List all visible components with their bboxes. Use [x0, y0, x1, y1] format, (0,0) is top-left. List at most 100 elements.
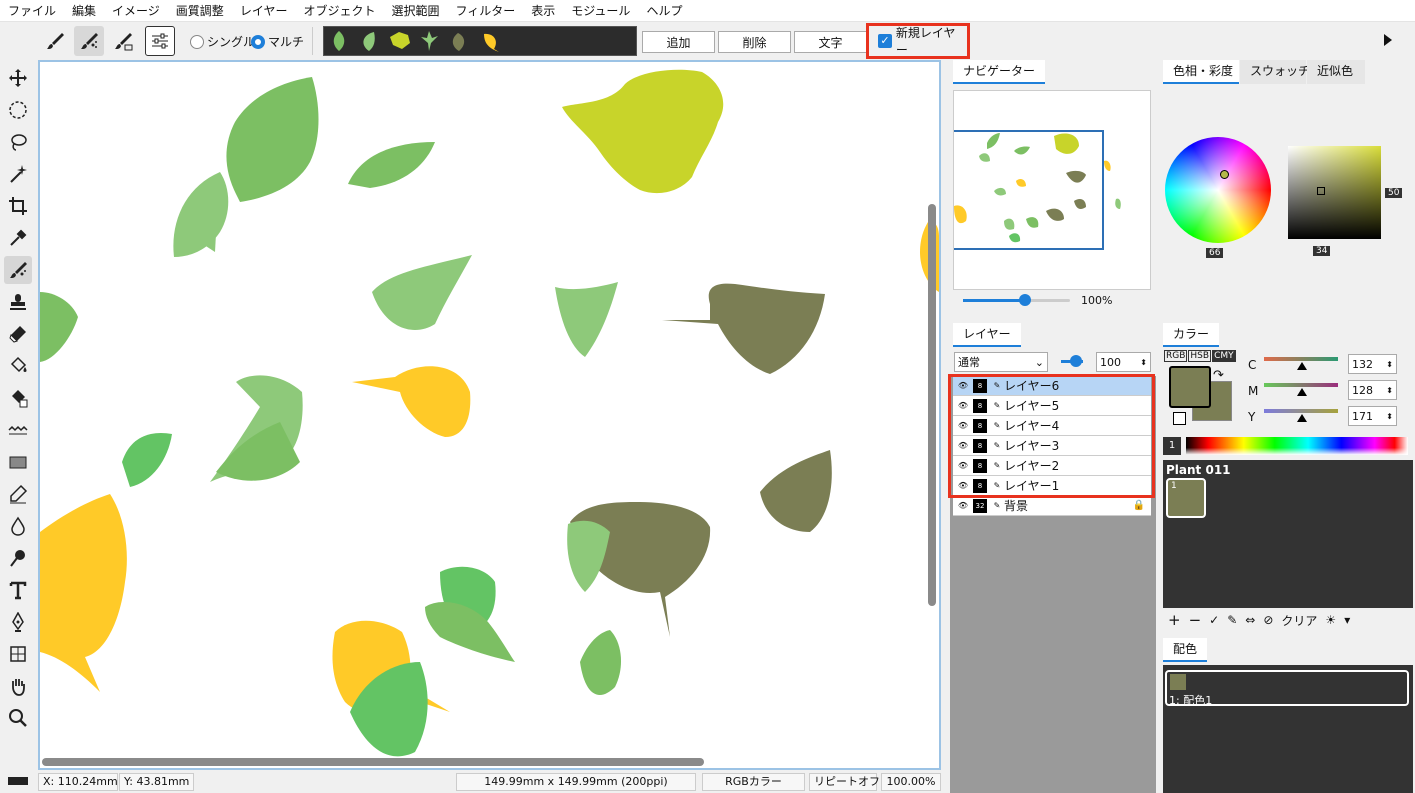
m-input[interactable]: 128 ⬍	[1348, 380, 1397, 400]
menu-edit[interactable]: 編集	[64, 0, 104, 22]
leaf-shape-6-icon[interactable]	[484, 33, 499, 52]
c-input[interactable]: 132 ⬍	[1348, 354, 1397, 374]
pencil-icon[interactable]: ✎	[990, 499, 1004, 513]
c-slider-thumb[interactable]	[1297, 362, 1307, 370]
check-icon[interactable]: ✓	[1209, 613, 1219, 627]
leaf-shape-4-icon[interactable]	[421, 31, 438, 51]
eraser-icon[interactable]	[4, 320, 32, 348]
hue-marker[interactable]	[1220, 170, 1229, 179]
pen-edit-icon[interactable]	[4, 480, 32, 508]
vertical-scrollbar[interactable]	[928, 204, 936, 606]
y-slider-thumb[interactable]	[1297, 414, 1307, 422]
m-slider[interactable]	[1264, 383, 1338, 387]
menu-help[interactable]: ヘルプ	[638, 0, 690, 22]
menu-view[interactable]: 表示	[523, 0, 563, 22]
chevron-down-icon[interactable]: ▾	[1344, 613, 1350, 627]
delete-button[interactable]: 削除	[718, 31, 791, 53]
status-mode[interactable]: RGBカラー	[702, 773, 805, 791]
smudge-icon[interactable]	[4, 544, 32, 572]
ruler-icon[interactable]	[4, 772, 32, 788]
add-button[interactable]: 追加	[642, 31, 715, 53]
leaf-shape-2-icon[interactable]	[363, 32, 375, 51]
rectangle-icon[interactable]	[4, 448, 32, 476]
navigator-preview[interactable]	[953, 90, 1151, 290]
color-scheme-item[interactable]: 1: 配色1	[1165, 670, 1409, 707]
leaf-shape-5-icon[interactable]	[452, 33, 465, 51]
nav-zoom-track[interactable]	[963, 294, 1070, 306]
menu-filter[interactable]: フィルター	[447, 0, 523, 22]
lasso-icon[interactable]	[4, 128, 32, 156]
menu-selection[interactable]: 選択範囲	[383, 0, 447, 22]
tab-hue-saturation[interactable]: 色相・彩度	[1163, 60, 1239, 84]
status-zoom[interactable]: 100.00%	[881, 773, 941, 791]
leaf-brush-icon[interactable]	[74, 26, 104, 56]
color-spectrum-bar[interactable]	[1186, 437, 1408, 455]
hand-icon[interactable]	[4, 672, 32, 700]
blend-mode-select[interactable]: 通常 ⌄	[954, 352, 1048, 372]
tab-color[interactable]: カラー	[1163, 323, 1220, 347]
eye-icon[interactable]: 👁	[956, 499, 970, 513]
drop-icon[interactable]	[4, 512, 32, 540]
stamp-icon[interactable]	[4, 288, 32, 316]
pen-nib-icon[interactable]	[4, 608, 32, 636]
y-input[interactable]: 171 ⬍	[1348, 406, 1397, 426]
menu-image[interactable]: イメージ	[104, 0, 168, 22]
new-layer-checkbox[interactable]: ✓ 新規レイヤー	[866, 23, 970, 59]
nav-zoom-knob[interactable]	[1019, 294, 1032, 306]
radio-single[interactable]: シングル	[190, 33, 255, 50]
m-slider-thumb[interactable]	[1297, 388, 1307, 396]
mode-rgb[interactable]: RGB	[1164, 350, 1188, 362]
crop-icon[interactable]	[4, 192, 32, 220]
radio-multi[interactable]: マルチ	[251, 33, 304, 50]
ellipse-select-icon[interactable]	[4, 96, 32, 124]
hue-wheel[interactable]	[1165, 137, 1271, 243]
remove-swatch-icon[interactable]: −	[1189, 611, 1202, 629]
sun-icon[interactable]: ☀	[1325, 613, 1336, 627]
y-slider[interactable]	[1264, 409, 1338, 413]
transform-icon[interactable]	[4, 640, 32, 668]
brush-icon[interactable]	[40, 26, 70, 56]
opacity-knob[interactable]	[1070, 355, 1082, 367]
text-tool-icon[interactable]	[4, 576, 32, 604]
block-icon[interactable]: ⊘	[1263, 613, 1273, 627]
pattern-brush-icon[interactable]	[108, 26, 138, 56]
horizontal-scrollbar[interactable]	[42, 758, 704, 766]
tab-swatches[interactable]: スウォッチ	[1240, 60, 1310, 84]
saturation-brightness-square[interactable]	[1288, 146, 1381, 239]
reset-colors-icon[interactable]	[1173, 412, 1186, 425]
bucket-icon[interactable]	[4, 352, 32, 380]
swap-horizontal-icon[interactable]: ⇔	[1245, 613, 1255, 627]
magic-wand-icon[interactable]	[4, 160, 32, 188]
wave-icon[interactable]	[4, 416, 32, 444]
opacity-input[interactable]: 100 ⬍	[1096, 352, 1151, 372]
menu-adjust[interactable]: 画質調整	[168, 0, 232, 22]
menu-layer[interactable]: レイヤー	[232, 0, 296, 22]
leaf-shape-1-icon[interactable]	[333, 31, 345, 51]
c-slider[interactable]	[1264, 357, 1338, 361]
tab-layers[interactable]: レイヤー	[953, 323, 1021, 347]
canvas[interactable]	[38, 60, 941, 770]
foreground-color-swatch[interactable]	[1169, 366, 1211, 408]
expand-arrow-icon[interactable]	[1384, 34, 1392, 46]
sb-marker[interactable]	[1317, 187, 1325, 195]
clear-button[interactable]: クリア	[1281, 612, 1317, 629]
eyedropper-icon[interactable]	[4, 224, 32, 252]
settings-sliders-icon[interactable]	[145, 26, 175, 56]
palette-index[interactable]: 1	[1163, 437, 1181, 455]
swap-colors-icon[interactable]: ↷	[1213, 368, 1224, 383]
menu-object[interactable]: オブジェクト	[295, 0, 383, 22]
zoom-icon[interactable]	[4, 704, 32, 732]
mode-hsb[interactable]: HSB	[1188, 350, 1212, 362]
move-icon[interactable]	[4, 64, 32, 92]
leaf-brush-tool-icon[interactable]	[4, 256, 32, 284]
tab-color-scheme[interactable]: 配色	[1163, 638, 1208, 662]
swatch-item[interactable]: 1	[1166, 478, 1206, 518]
menu-module[interactable]: モジュール	[563, 0, 638, 22]
tab-similar-colors[interactable]: 近似色	[1307, 60, 1365, 84]
text-button[interactable]: 文字	[794, 31, 867, 53]
tab-navigator[interactable]: ナビゲーター	[953, 60, 1046, 84]
mode-cmy[interactable]: CMY	[1212, 350, 1236, 362]
gradient-bucket-icon[interactable]	[4, 384, 32, 412]
pencil-icon[interactable]: ✎	[1227, 613, 1237, 627]
add-swatch-icon[interactable]: +	[1168, 611, 1181, 629]
